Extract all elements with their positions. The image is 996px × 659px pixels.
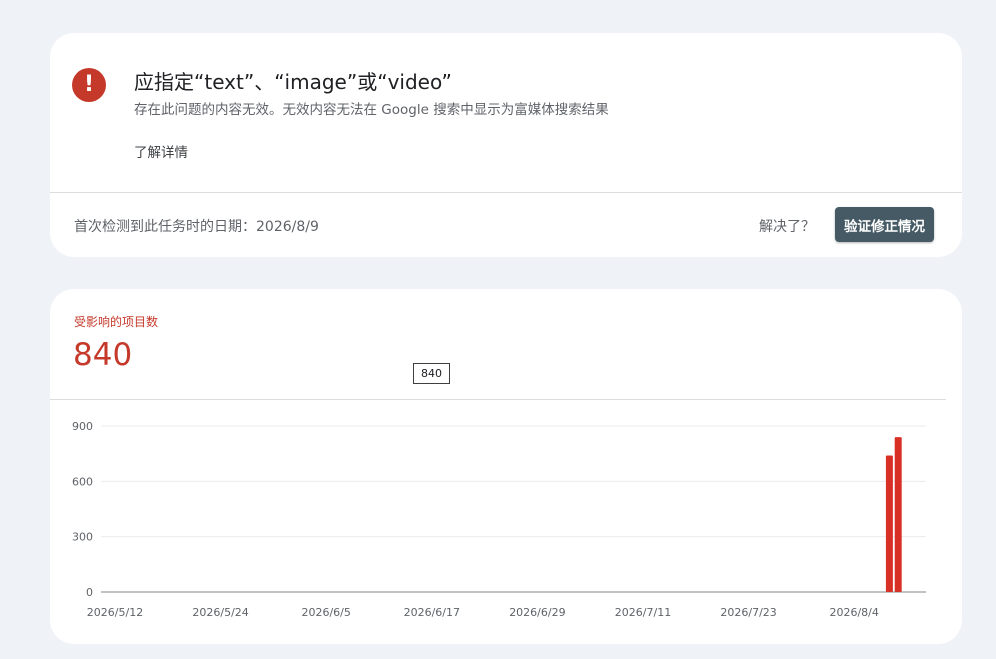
x-tick-label: 2026/6/5 xyxy=(301,606,350,619)
affected-items-chart: 900 600 300 0 2026/5/12 2026/5/24 2026/6/5 2026… xyxy=(72,420,926,619)
validate-fix-button[interactable]: 验证修正情况 xyxy=(835,207,934,242)
y-tick-label: 600 xyxy=(72,475,93,488)
chart-bar xyxy=(894,437,902,592)
issue-card: ! 应指定“text”、“image”或“video” 存在此问题的内容无效。无… xyxy=(50,33,962,257)
x-tick-label: 2026/7/11 xyxy=(615,606,671,619)
resolved-question: 解决了？ xyxy=(759,219,815,235)
x-tick-label: 2026/6/29 xyxy=(509,606,565,619)
x-tick-label: 2026/7/23 xyxy=(720,606,776,619)
chart-tooltip: 840 xyxy=(413,363,450,384)
affected-items-count: 840 xyxy=(73,337,133,373)
x-tick-label: 2026/5/24 xyxy=(192,606,248,619)
y-tick-label: 300 xyxy=(72,531,93,544)
chart-card: 受影响的项目数 840 840 900 600 300 0 2026/5/12 2026/… xyxy=(50,289,962,644)
x-tick-label: 2026/8/4 xyxy=(829,606,878,619)
first-detected-date: 首次检测到此任务时的日期：2026/8/9 xyxy=(74,219,319,235)
y-tick-label: 0 xyxy=(86,586,93,599)
chart-bar xyxy=(885,455,893,592)
y-tick-label: 900 xyxy=(72,420,93,433)
learn-more-link[interactable]: 了解详情 xyxy=(134,141,188,161)
affected-items-label: 受影响的项目数 xyxy=(74,315,159,329)
x-tick-label: 2026/5/12 xyxy=(87,606,143,619)
issue-description: 存在此问题的内容无效。无效内容无法在 Google 搜索中显示为富媒体搜索结果 xyxy=(134,102,609,118)
issue-title: 应指定“text”、“image”或“video” xyxy=(134,70,452,94)
error-icon: ! xyxy=(72,68,106,102)
divider xyxy=(50,192,962,193)
x-tick-label: 2026/6/17 xyxy=(404,606,460,619)
